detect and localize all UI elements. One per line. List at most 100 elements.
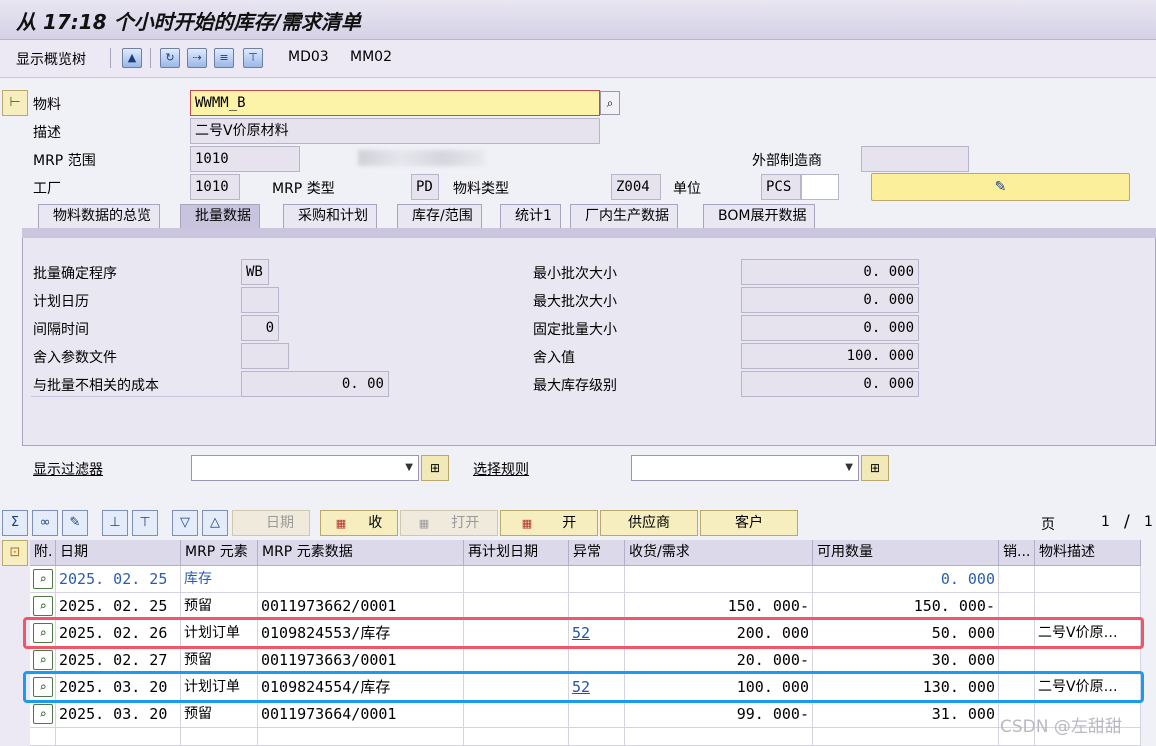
- vendor-button[interactable]: 供应商: [600, 510, 698, 536]
- selection-rule-dropdown[interactable]: ▼: [631, 455, 859, 481]
- mm02-button[interactable]: MM02: [350, 49, 392, 65]
- blurred-area-name: [358, 150, 486, 166]
- cell-mrp-element: 预留: [181, 701, 258, 728]
- tab-stock-coverage[interactable]: 库存/范围: [397, 204, 482, 228]
- tab-material-overview[interactable]: 物料数据的总览: [38, 204, 160, 228]
- watermark: CSDN @左甜甜: [1000, 717, 1122, 737]
- toolbar-separator: [110, 48, 111, 68]
- cell-sales-order: [999, 647, 1035, 674]
- next-material-icon[interactable]: ⇢: [187, 48, 207, 68]
- cell-exception: [569, 566, 625, 593]
- tab-lot-size-data[interactable]: 批量数据: [180, 204, 260, 228]
- column-header-sales-order[interactable]: 销...: [999, 540, 1035, 566]
- details-icon[interactable]: ≡: [214, 48, 234, 68]
- rounding-profile-field: [241, 343, 289, 369]
- filter-settings-icon[interactable]: ⊞: [421, 455, 449, 481]
- cell-available-qty: 31. 000: [813, 701, 999, 728]
- tab-in-house-production[interactable]: 厂内生产数据: [570, 204, 678, 228]
- pencil-icon[interactable]: ✎: [62, 510, 88, 536]
- open-button[interactable]: ▦ 打开: [400, 510, 498, 536]
- magnifier-icon[interactable]: ⌕: [33, 569, 53, 589]
- empty-cell: [464, 728, 569, 746]
- mountain-icon[interactable]: ▲: [122, 48, 142, 68]
- column-header-material-desc[interactable]: 物料描述: [1035, 540, 1141, 566]
- divider: [31, 396, 241, 397]
- cell-reschedule-date: [464, 593, 569, 620]
- magnifier-icon[interactable]: ⌕: [33, 650, 53, 670]
- filter-up-icon[interactable]: △: [202, 510, 228, 536]
- selection-settings-icon[interactable]: ⊞: [861, 455, 889, 481]
- column-header-mrp-element[interactable]: MRP 元素: [181, 540, 258, 566]
- tab-bom-explosion[interactable]: BOM展开数据: [703, 204, 816, 228]
- tab-statistics[interactable]: 统计1: [500, 204, 561, 228]
- tab-procurement-planning[interactable]: 采购和计划: [283, 204, 377, 228]
- row-detail-cell: ⌕: [30, 566, 56, 593]
- customer-button[interactable]: 客户: [700, 510, 798, 536]
- cell-material-desc: [1035, 647, 1141, 674]
- empty-cell: [569, 728, 625, 746]
- interval-label: 间隔时间: [33, 322, 89, 338]
- material-type-label: 物料类型: [453, 181, 509, 197]
- layout-icon[interactable]: ⊡: [2, 540, 28, 566]
- description-field: 二号V价原材料: [190, 118, 600, 144]
- search-icon[interactable]: ⌕: [600, 91, 620, 115]
- highlight-box-blue: [23, 671, 1144, 703]
- edit-icon[interactable]: ✎: [871, 173, 1130, 201]
- max-lot-size-label: 最大批次大小: [533, 294, 617, 310]
- magnifier-icon[interactable]: ⌕: [33, 596, 53, 616]
- interval-field: 0: [241, 315, 279, 341]
- display-filter-dropdown[interactable]: ▼: [191, 455, 419, 481]
- column-header-receipt-requirement[interactable]: 收货/需求: [625, 540, 813, 566]
- hierarchy-icon[interactable]: ⊥: [102, 510, 128, 536]
- max-stock-level-label: 最大库存级别: [533, 378, 617, 394]
- cell-available-qty: 0. 000: [813, 566, 999, 593]
- display-filter-label: 显示过滤器: [33, 462, 103, 478]
- highlight-box-red: [23, 617, 1144, 649]
- cell-receipt-requirement: [625, 566, 813, 593]
- cell-date: 2025. 02. 25: [56, 593, 181, 620]
- open-plus-button[interactable]: ▦ 开: [500, 510, 598, 536]
- chevron-down-icon: ▼: [405, 462, 413, 473]
- empty-cell: [625, 728, 813, 746]
- empty-cell: [181, 728, 258, 746]
- page-current: 1: [1101, 514, 1110, 530]
- calendar-icon: ▦: [418, 517, 430, 530]
- date-button[interactable]: 日期: [232, 510, 310, 536]
- rounding-profile-label: 舍入参数文件: [33, 350, 117, 366]
- mrp-area-field: 1010: [190, 146, 300, 172]
- tab-panel-band: [22, 228, 1156, 238]
- glasses-icon[interactable]: ∞: [32, 510, 58, 536]
- cell-sales-order: [999, 566, 1035, 593]
- sum-icon[interactable]: Σ: [2, 510, 28, 536]
- column-header-mrp-element-data[interactable]: MRP 元素数据: [258, 540, 464, 566]
- column-header-exception[interactable]: 异常: [569, 540, 625, 566]
- magnifier-icon[interactable]: ⌕: [33, 704, 53, 724]
- material-input[interactable]: WWMM_B: [190, 90, 600, 116]
- empty-cell: [30, 728, 56, 746]
- column-header-reschedule-date[interactable]: 再计划日期: [464, 540, 569, 566]
- cell-mrp-data: 0011973664/0001: [258, 701, 464, 728]
- column-header-attach[interactable]: 附.: [30, 540, 56, 566]
- cell-reschedule-date: [464, 566, 569, 593]
- cell-mrp-element: 预留: [181, 593, 258, 620]
- plant-field: 1010: [190, 174, 240, 200]
- receipts-button[interactable]: ▦ 收: [320, 510, 398, 536]
- column-header-available-qty[interactable]: 可用数量: [813, 540, 999, 566]
- pegging-icon[interactable]: ⊤: [243, 48, 263, 68]
- collapse-header-icon[interactable]: ⊢: [2, 90, 28, 116]
- md03-button[interactable]: MD03: [288, 49, 329, 65]
- overview-tree-button[interactable]: 显示概览树: [16, 49, 86, 69]
- page-title: 从 17:18 个小时开始的库存/需求清单: [16, 10, 361, 34]
- row-detail-cell: ⌕: [30, 701, 56, 728]
- lot-procedure-field: WB: [241, 259, 269, 285]
- hierarchy-expand-icon[interactable]: ⊤: [132, 510, 158, 536]
- date-button-label: 日期: [266, 515, 294, 531]
- receipts-button-label: 收: [368, 515, 383, 531]
- refresh-icon[interactable]: ↻: [160, 48, 180, 68]
- empty-cell: [258, 728, 464, 746]
- column-header-date[interactable]: 日期: [56, 540, 181, 566]
- fixed-lot-size-label: 固定批量大小: [533, 322, 617, 338]
- filter-down-icon[interactable]: ▽: [172, 510, 198, 536]
- cell-material-desc: [1035, 566, 1141, 593]
- row-detail-cell: ⌕: [30, 647, 56, 674]
